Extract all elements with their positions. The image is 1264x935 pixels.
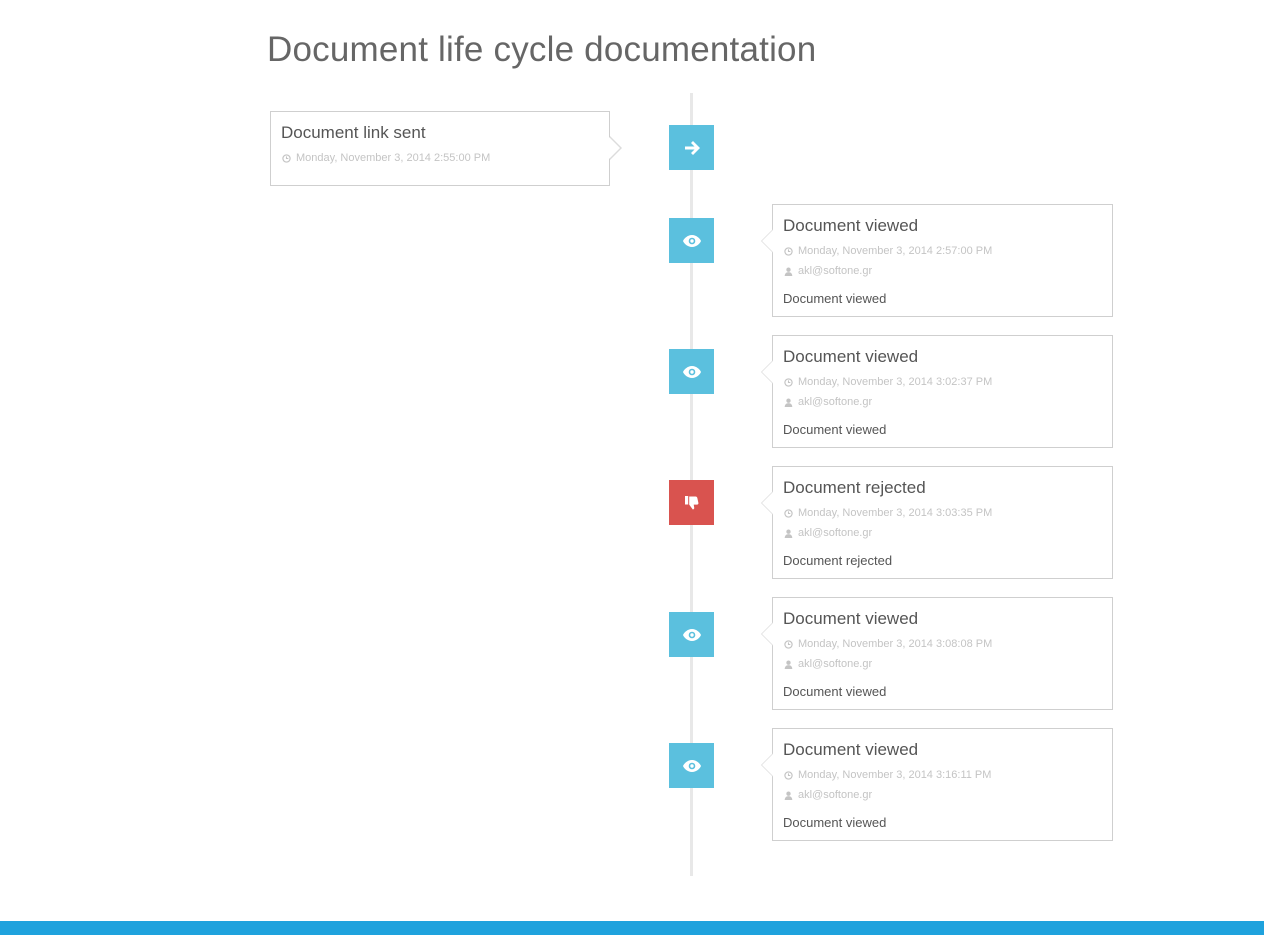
event-timestamp-text: Monday, November 3, 2014 3:16:11 PM <box>798 769 992 781</box>
timeline-marker-rejected[interactable] <box>669 480 714 525</box>
event-title: Document link sent <box>281 123 426 142</box>
user-icon <box>784 660 793 669</box>
event-timestamp: Monday, November 3, 2014 2:57:00 PM <box>784 245 992 257</box>
event-timestamp-text: Monday, November 3, 2014 3:03:35 PM <box>798 507 993 519</box>
timeline-card-viewed: Document viewed Monday, November 3, 2014… <box>761 728 1113 841</box>
clock-icon <box>784 770 793 780</box>
event-timestamp: Monday, November 3, 2014 3:02:37 PM <box>784 376 992 388</box>
event-user: akl@softone.gr <box>784 527 872 539</box>
timeline-marker-viewed[interactable] <box>669 743 714 788</box>
event-timestamp-text: Monday, November 3, 2014 3:02:37 PM <box>798 376 993 388</box>
event-title: Document viewed <box>783 740 919 759</box>
event-description: Document viewed <box>783 684 887 699</box>
clock-icon <box>784 639 793 649</box>
event-user: akl@softone.gr <box>784 789 872 801</box>
event-timestamp: Monday, November 3, 2014 3:03:35 PM <box>784 507 992 519</box>
event-user-text: akl@softone.gr <box>798 265 873 277</box>
event-timestamp-text: Monday, November 3, 2014 2:55:00 PM <box>296 152 491 164</box>
event-user-text: akl@softone.gr <box>798 658 873 670</box>
event-user: akl@softone.gr <box>784 658 872 670</box>
event-timestamp-text: Monday, November 3, 2014 2:57:00 PM <box>798 245 993 257</box>
eye-icon <box>682 759 702 773</box>
event-timestamp-text: Monday, November 3, 2014 3:08:08 PM <box>798 638 993 650</box>
clock-icon <box>784 377 793 387</box>
arrow-right-icon <box>683 139 701 157</box>
event-title: Document viewed <box>783 609 919 628</box>
user-icon <box>784 791 793 800</box>
user-icon <box>784 267 793 276</box>
event-timestamp: Monday, November 3, 2014 3:08:08 PM <box>784 638 992 650</box>
clock-icon <box>784 246 793 256</box>
user-icon <box>784 529 793 538</box>
timeline-card-rejected: Document rejected Monday, November 3, 20… <box>761 466 1113 579</box>
event-user: akl@softone.gr <box>784 265 872 277</box>
timeline-marker-viewed[interactable] <box>669 349 714 394</box>
event-title: Document viewed <box>783 216 919 235</box>
clock-icon <box>282 153 291 163</box>
clock-icon <box>784 508 793 518</box>
event-user: akl@softone.gr <box>784 396 872 408</box>
page-title: Document life cycle documentation <box>267 30 817 69</box>
event-description: Document viewed <box>783 422 887 437</box>
event-user-text: akl@softone.gr <box>798 789 873 801</box>
thumbs-down-icon <box>684 495 700 511</box>
event-timestamp: Monday, November 3, 2014 3:16:11 PM <box>784 769 991 781</box>
event-user-text: akl@softone.gr <box>798 527 873 539</box>
event-description: Document rejected <box>783 553 893 568</box>
eye-icon <box>682 628 702 642</box>
timeline-card-viewed: Document viewed Monday, November 3, 2014… <box>761 597 1113 710</box>
user-icon <box>784 398 793 407</box>
eye-icon <box>682 234 702 248</box>
timeline-marker-viewed[interactable] <box>669 218 714 263</box>
footer-bar <box>0 921 1264 935</box>
timeline-marker-viewed[interactable] <box>669 612 714 657</box>
event-title: Document rejected <box>783 478 926 497</box>
timeline-card-viewed: Document viewed Monday, November 3, 2014… <box>761 204 1113 317</box>
eye-icon <box>682 365 702 379</box>
timeline-marker-link-sent[interactable] <box>669 125 714 170</box>
event-description: Document viewed <box>783 291 887 306</box>
event-timestamp: Monday, November 3, 2014 2:55:00 PM <box>282 152 490 164</box>
event-user-text: akl@softone.gr <box>798 396 873 408</box>
event-title: Document viewed <box>783 347 919 366</box>
event-description: Document viewed <box>783 815 887 830</box>
timeline-card-viewed: Document viewed Monday, November 3, 2014… <box>761 335 1113 448</box>
timeline-card-link-sent: Document link sent Monday, November 3, 2… <box>270 111 622 186</box>
